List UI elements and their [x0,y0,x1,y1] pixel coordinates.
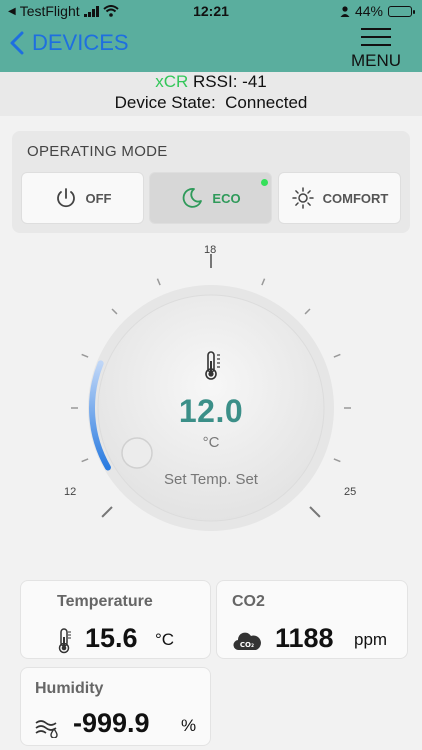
rssi-value: -41 [242,72,267,91]
set-temperature-caption: Set Temp. Set [164,471,258,488]
moon-icon [183,188,203,208]
dial-tick [101,506,113,518]
humidity-value: -999.9 [73,708,150,738]
set-temperature-unit: °C [202,434,220,451]
mode-comfort-button[interactable]: COMFORT [278,172,401,224]
mode-eco-label: ECO [212,190,241,206]
temperature-unit: °C [155,630,175,649]
dial-tick [156,278,161,286]
dial-tick [81,458,89,463]
person-icon [340,5,350,17]
humidity-title: Humidity [35,680,104,697]
mode-off-button[interactable]: OFF [21,172,144,224]
humidity-unit: % [181,716,197,735]
co2-title: CO2 [232,593,265,610]
rssi-label: RSSI: [193,72,238,91]
menu-label: MENU [350,51,402,70]
status-right: 44% [340,3,415,19]
power-icon [56,188,75,208]
device-state-label: Device State: [114,93,216,112]
back-button[interactable]: DEVICES [10,30,129,56]
battery-percent: 44% [354,3,383,19]
menu-button[interactable]: MENU [348,28,404,71]
humidity-icon [35,720,58,738]
sun-icon [291,187,314,209]
device-info: xCR RSSI: -41 Device State: Connected [0,72,422,116]
mode-comfort-label: COMFORT [322,190,389,206]
device-name: xCR [155,72,189,91]
device-state-value: Connected [225,93,308,112]
dial-label-mid: 18 [204,244,217,256]
dial-tick [304,308,311,315]
mode-off-label: OFF [85,190,112,206]
back-button-label: DEVICES [32,30,129,55]
dial-tick [81,353,89,358]
hamburger-icon [348,28,404,46]
co2-card: CO2 CO₂ 1188 ppm [216,580,408,659]
temperature-title: Temperature [57,593,153,610]
thermostat-dial: 18 12 25 12.0 °C Set Temp. Set [0,238,422,558]
dial-tick [261,278,266,286]
mode-eco-button[interactable]: ECO [149,172,272,224]
co2-icon-text: CO₂ [240,641,254,649]
device-state-row: Device State: Connected [0,92,422,114]
nav-bar: DEVICES MENU [0,22,422,72]
active-indicator-dot [261,179,268,186]
humidity-card: Humidity -999.9 % [20,667,211,746]
temperature-value: 15.6 [85,623,138,653]
thermometer-icon [58,628,71,654]
dial-tick [333,458,341,463]
dial-tick [309,506,321,518]
co2-unit: ppm [354,630,388,649]
co2-value: 1188 [275,623,334,653]
dial-tick [333,353,341,358]
chevron-left-icon [10,31,24,55]
operating-mode-card: OPERATING MODE OFF ECO COMFORT [12,131,410,233]
battery-icon [388,5,415,17]
device-rssi-row: xCR RSSI: -41 [0,72,422,92]
operating-mode-title: OPERATING MODE [27,143,168,160]
status-bar: ◀ TestFlight 12:21 44% [0,0,422,22]
dial-tick [111,308,118,315]
co2-cloud-icon: CO₂ [233,632,261,651]
temperature-card: Temperature 15.6 °C [20,580,211,659]
set-temperature-value: 12.0 [178,393,244,429]
